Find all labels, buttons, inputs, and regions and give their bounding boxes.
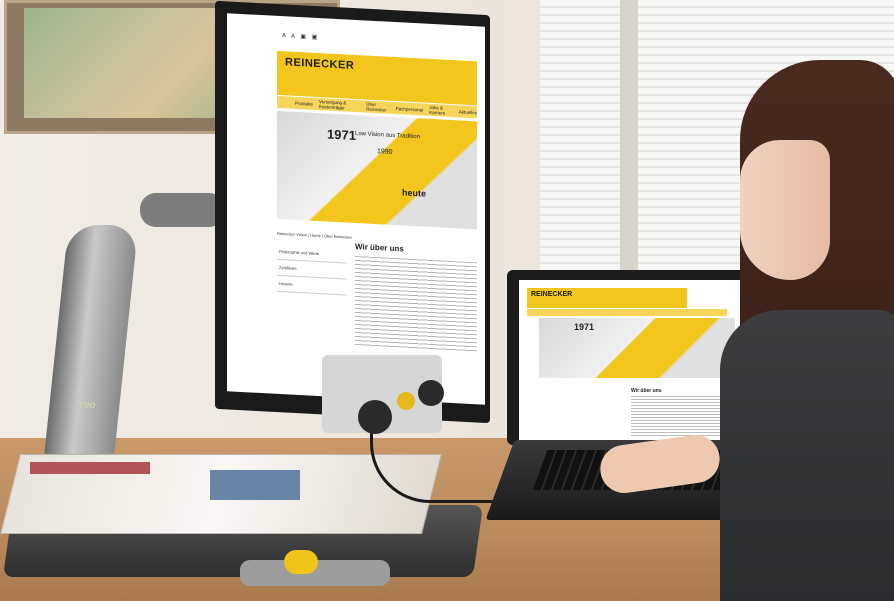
nav-item-ueber-reinecker[interactable]: Über Reinecker — [366, 102, 390, 113]
laptop-page-heading: Wir über uns — [631, 388, 662, 394]
laptop-site-nav[interactable] — [527, 309, 727, 316]
breadcrumb[interactable]: Reinecker Vision | Home | Über Reinecker — [277, 231, 352, 240]
nav-item-fachpersonal[interactable]: Fachpersonal — [396, 106, 423, 112]
magazine-photo — [210, 470, 300, 500]
laptop-site-logo[interactable]: REINECKER — [531, 291, 572, 298]
nav-item-aktuelles[interactable]: Aktuelles — [459, 109, 477, 115]
woman-sweater — [720, 310, 894, 601]
table-lock-knob[interactable] — [284, 550, 318, 574]
laptop-banner-year: 1971 — [574, 322, 595, 332]
body-text — [355, 255, 477, 353]
device-label: Yeo — [78, 400, 96, 411]
nav-item-versorgung[interactable]: Versorgung & Kostenträger — [319, 99, 360, 111]
mode-button[interactable] — [397, 392, 415, 410]
magazine-header-stripe — [30, 462, 150, 474]
sidebar-menu: Philosophie und Werte Zertifikate Histor… — [277, 243, 347, 296]
banner-heute: heute — [402, 187, 427, 199]
banner-year-1971: 1971 — [327, 126, 356, 143]
accessibility-toolbar[interactable]: A A ▣ ▣ — [282, 32, 319, 41]
hero-banner — [277, 110, 477, 230]
woman-face — [740, 140, 830, 280]
sidebar-item-historie[interactable]: Historie — [277, 275, 347, 296]
monitor-screen: A A ▣ ▣ REINECKER Produkte Versorgung & … — [227, 13, 485, 405]
nav-item-produkte[interactable]: Produkte — [295, 100, 313, 106]
laptop-hero-banner — [539, 318, 735, 378]
contrast-knob[interactable] — [418, 380, 444, 406]
banner-year-1990: 1990 — [377, 148, 393, 156]
zoom-knob[interactable] — [358, 400, 392, 434]
nav-item-jobs[interactable]: Jobs & Karriere — [429, 105, 453, 116]
page-heading: Wir über uns — [355, 241, 404, 254]
camera-head — [140, 193, 225, 227]
window-frame — [620, 0, 638, 290]
